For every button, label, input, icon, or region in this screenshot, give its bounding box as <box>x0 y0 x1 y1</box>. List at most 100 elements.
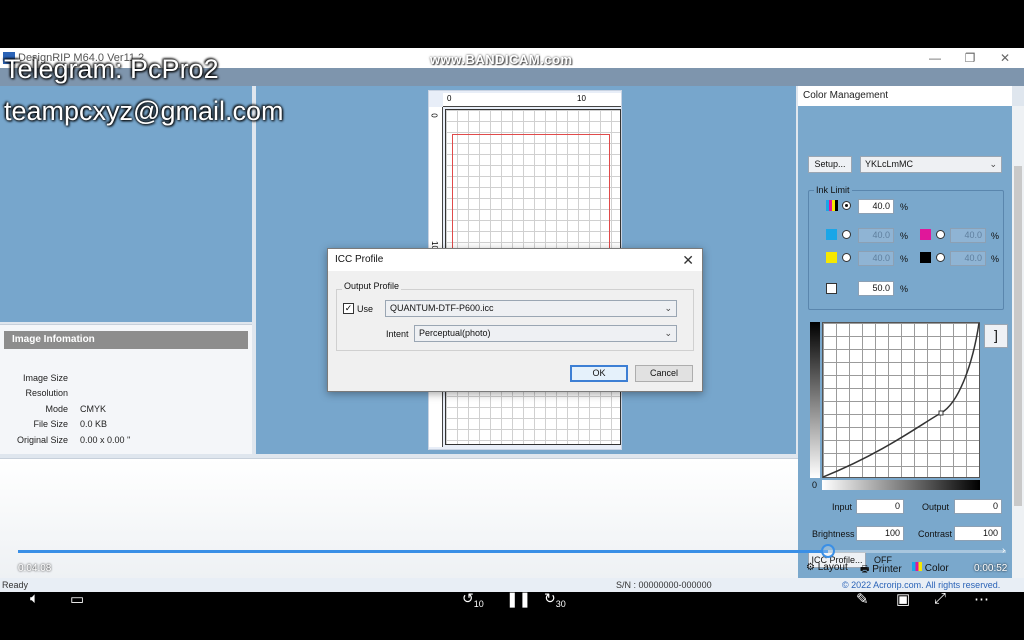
curve-reset-icon[interactable]: ] <box>984 324 1008 348</box>
channel-mode-value: YKLcLmMC <box>865 159 914 169</box>
dialog-title: ICC Profile <box>328 249 702 271</box>
fullscreen-icon[interactable]: ⤢ <box>934 590 946 607</box>
yellow-swatch <box>826 252 837 263</box>
telegram-overlay: Telegram: PcPro2 <box>4 54 219 84</box>
profile-value: QUANTUM-DTF-P600.icc <box>390 303 494 313</box>
magenta-swatch <box>920 229 931 240</box>
printable-area <box>452 134 610 254</box>
tab-layout[interactable]: ⚙ Layout <box>806 562 848 573</box>
vertical-gradient <box>810 322 820 478</box>
layout-icon: ⚙ <box>806 562 815 573</box>
white-ink-field[interactable]: 50.0 <box>858 281 894 296</box>
printer-icon: 🖶 <box>860 564 870 575</box>
chevron-down-icon: ⌄ <box>664 303 672 313</box>
total-ink-field[interactable]: 40.0 <box>858 199 894 214</box>
chevron-right-icon[interactable]: › <box>1002 545 1005 556</box>
restore-icon[interactable]: ❐ <box>955 50 985 66</box>
ruler-label-0: 0 <box>447 94 452 103</box>
scroll-thumb[interactable] <box>1014 166 1022 506</box>
percent-label: % <box>900 231 909 241</box>
miniplayer-icon[interactable]: ▣ <box>896 590 910 608</box>
cyan-radio[interactable] <box>842 230 851 239</box>
magenta-ink-field[interactable]: 40.0 <box>950 228 986 243</box>
ink-limit-label: Ink Limit <box>814 185 852 195</box>
copyright-text: © 2022 Acrorip.com. All rights reserved. <box>842 580 1001 590</box>
channel-mode-select[interactable]: YKLcLmMC ⌄ <box>860 156 1002 173</box>
percent-label: % <box>900 202 909 212</box>
tone-curve[interactable]: 0 <box>808 320 982 492</box>
percent-label: % <box>991 231 1000 241</box>
setup-button[interactable]: Setup... <box>808 156 852 173</box>
image-info-header: Image Infomation <box>4 331 248 349</box>
bandicam-watermark: www.BANDICAM.com <box>430 52 573 67</box>
right-scrollbar[interactable] <box>1012 106 1024 578</box>
curve-line <box>823 323 980 478</box>
black-radio[interactable] <box>936 253 945 262</box>
horizontal-gradient <box>822 480 980 490</box>
cancel-button[interactable]: Cancel <box>635 365 693 382</box>
white-swatch <box>826 283 837 294</box>
profile-select[interactable]: QUANTUM-DTF-P600.icc ⌄ <box>385 300 677 317</box>
close-icon[interactable]: ✕ <box>990 50 1020 66</box>
ruler-top: 0 10 <box>443 93 621 107</box>
remaining-time: 0:00:52 <box>974 563 1008 574</box>
email-overlay: teampcxyz@gmail.com <box>4 96 284 126</box>
ruler-label-10: 10 <box>577 94 586 103</box>
contrast-field[interactable]: 100 <box>954 526 1002 541</box>
output-profile-label: Output Profile <box>342 281 402 291</box>
percent-label: % <box>900 284 909 294</box>
input-field[interactable]: 0 <box>856 499 904 514</box>
icc-profile-dialog: ICC Profile ✕ Output Profile ✓ Use QUANT… <box>327 248 703 392</box>
pause-icon[interactable]: ❚❚ <box>506 590 531 608</box>
cmyk-total-icon <box>826 200 838 211</box>
color-management-title: Color Management <box>798 86 1012 106</box>
ruler-left-label-0: 0 <box>429 113 439 118</box>
tab-printer[interactable]: 🖶 Printer <box>860 562 902 579</box>
video-progress-fill <box>18 550 829 553</box>
forward-icon[interactable]: ↻30 <box>544 590 566 609</box>
brightness-label: Brightness <box>812 529 855 539</box>
minimize-icon[interactable]: — <box>920 50 950 66</box>
serial-number: S/N : 00000000-000000 <box>616 580 712 590</box>
forward-label: 30 <box>555 598 566 609</box>
percent-label: % <box>900 254 909 264</box>
volume-icon[interactable]: 🔈︎ <box>30 590 39 607</box>
brightness-field[interactable]: 100 <box>856 526 904 541</box>
intent-select[interactable]: Perceptual(photo) ⌄ <box>414 325 677 342</box>
contrast-label: Contrast <box>918 529 953 539</box>
current-time: 0:04:08 <box>18 563 52 574</box>
more-options-icon[interactable]: ⋯ <box>974 590 989 608</box>
edit-pen-icon[interactable]: ✎ <box>856 590 869 608</box>
captions-icon[interactable]: ▭ <box>70 590 84 608</box>
tab-color[interactable]: Color <box>912 562 949 574</box>
yellow-ink-field[interactable]: 40.0 <box>858 251 894 266</box>
output-label: Output <box>922 502 950 512</box>
magenta-radio[interactable] <box>936 230 945 239</box>
tab-color-label: Color <box>924 563 949 574</box>
total-radio[interactable] <box>842 201 851 210</box>
curve-grid[interactable] <box>822 322 980 478</box>
color-management-panel: Color Management Setup... YKLcLmMC ⌄ Ink… <box>798 86 1012 578</box>
black-swatch <box>920 252 931 263</box>
cyan-ink-field[interactable]: 40.0 <box>858 228 894 243</box>
video-progress-bar[interactable] <box>18 544 1006 558</box>
use-checkbox[interactable]: ✓ <box>343 303 354 314</box>
yellow-radio[interactable] <box>842 253 851 262</box>
black-ink-field[interactable]: 40.0 <box>950 251 986 266</box>
use-label: Use <box>357 304 374 314</box>
chevron-down-icon: ⌄ <box>989 159 997 169</box>
status-text: Ready <box>2 580 29 590</box>
output-field[interactable]: 0 <box>954 499 1002 514</box>
color-icon <box>912 562 922 571</box>
curve-origin-label: 0 <box>812 480 818 490</box>
percent-label: % <box>991 254 1000 264</box>
close-icon[interactable]: ✕ <box>682 252 694 269</box>
intent-value: Perceptual(photo) <box>419 328 491 338</box>
bottom-panel <box>0 458 798 578</box>
ok-button[interactable]: OK <box>570 365 628 382</box>
app-window: DesignRIP M64.0 Ver11.2 — ❐ ✕ Image Info… <box>0 48 1024 592</box>
rewind-icon[interactable]: ↺10 <box>462 590 484 609</box>
rewind-label: 10 <box>473 598 484 609</box>
tab-printer-label: Printer <box>872 564 902 575</box>
chevron-down-icon: ⌄ <box>664 328 672 338</box>
